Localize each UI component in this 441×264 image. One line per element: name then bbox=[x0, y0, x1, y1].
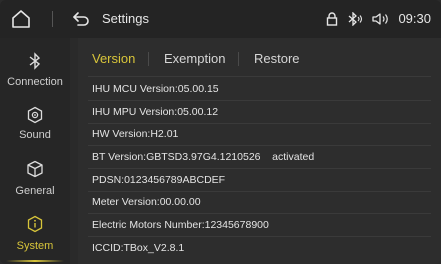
divider bbox=[88, 145, 431, 146]
tab-bar: Version Exemption Restore bbox=[78, 38, 441, 76]
tab-exemption[interactable]: Exemption bbox=[164, 51, 225, 66]
sidebar-item-label: System bbox=[16, 240, 54, 252]
active-indicator bbox=[6, 260, 64, 262]
sidebar-item-connection[interactable]: Connection bbox=[0, 42, 70, 97]
info-ihu-mpu-version: IHU MPU Version:05.00.12 bbox=[92, 106, 219, 118]
sidebar: Connection Sound General System bbox=[0, 38, 70, 264]
bluetooth-icon bbox=[349, 11, 363, 26]
info-electric-motors-number: Electric Motors Number:12345678900 bbox=[92, 219, 269, 231]
tab-divider bbox=[148, 52, 149, 66]
sound-icon bbox=[27, 106, 43, 124]
sidebar-item-label: Connection bbox=[7, 76, 63, 88]
settings-screen: Settings 09:30 Connection Sound General … bbox=[0, 0, 441, 264]
tab-restore[interactable]: Restore bbox=[254, 51, 300, 66]
bluetooth-icon bbox=[29, 52, 41, 70]
sidebar-item-system[interactable]: System bbox=[0, 209, 70, 264]
status-area: 09:30 bbox=[326, 11, 431, 26]
divider bbox=[88, 213, 431, 214]
back-icon bbox=[73, 12, 89, 26]
sidebar-item-label: Sound bbox=[19, 129, 51, 141]
volume-icon bbox=[372, 12, 389, 25]
sidebar-item-label: General bbox=[15, 185, 55, 197]
main-panel: Version Exemption Restore IHU MCU Versio… bbox=[78, 38, 441, 264]
divider bbox=[88, 191, 431, 192]
info-ihu-mcu-version: IHU MCU Version:05.00.15 bbox=[92, 83, 219, 95]
lock-icon bbox=[327, 11, 338, 26]
info-hw-version: HW Version:H2.01 bbox=[92, 128, 179, 140]
back-button[interactable] bbox=[72, 10, 90, 28]
divider bbox=[88, 76, 431, 77]
page-title: Settings bbox=[102, 11, 149, 26]
divider bbox=[88, 100, 431, 101]
sidebar-item-sound[interactable]: Sound bbox=[0, 99, 70, 154]
clock: 09:30 bbox=[398, 11, 431, 26]
divider bbox=[88, 123, 431, 124]
info-bt-version: BT Version:GBTSD3.97G4.1210526 activated bbox=[92, 151, 315, 163]
top-divider bbox=[52, 11, 53, 27]
tab-version[interactable]: Version bbox=[92, 51, 135, 66]
cube-icon bbox=[27, 160, 43, 178]
info-iccid: ICCID:TBox_V2.8.1 bbox=[92, 242, 185, 254]
info-meter-version: Meter Version:00.00.00 bbox=[92, 196, 201, 208]
top-bar: Settings 09:30 bbox=[0, 0, 441, 38]
divider bbox=[88, 168, 431, 169]
home-icon bbox=[12, 10, 30, 28]
tab-divider bbox=[238, 52, 239, 66]
info-icon bbox=[27, 215, 43, 233]
divider bbox=[88, 236, 431, 237]
home-button[interactable] bbox=[10, 8, 32, 30]
info-pdsn: PDSN:0123456789ABCDEF bbox=[92, 174, 226, 186]
sidebar-item-general[interactable]: General bbox=[0, 154, 70, 209]
